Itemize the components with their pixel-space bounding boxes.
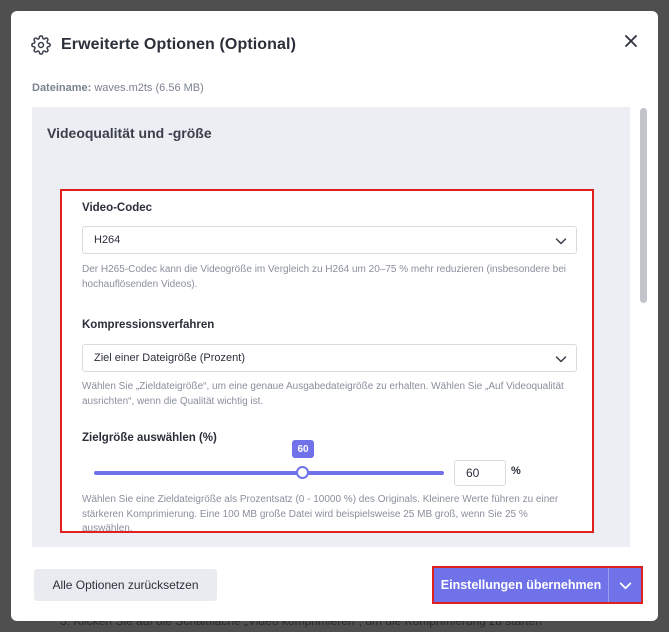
advanced-options-dialog: Erweiterte Optionen (Optional) Dateiname… <box>11 11 658 621</box>
chevron-down-icon <box>619 581 631 589</box>
section-panel: Video-Codec H264 Der H265-Codec kann die… <box>32 159 630 547</box>
codec-select-value: H264 <box>94 234 121 246</box>
section-header: Videoqualität und -größe <box>32 107 630 159</box>
reset-options-button[interactable]: Alle Optionen zurücksetzen <box>34 569 217 601</box>
filename-label: Dateiname: <box>32 82 92 94</box>
target-size-help-text: Wählen Sie eine Zieldateigröße als Proze… <box>82 494 559 534</box>
options-scroll-area[interactable]: Videoqualität und -größe Video-Codec H26… <box>32 107 630 547</box>
dialog-header: Erweiterte Optionen (Optional) <box>31 33 638 57</box>
target-size-input[interactable]: 60 <box>454 460 506 486</box>
apply-settings-button[interactable]: Einstellungen übernehmen <box>434 568 608 602</box>
dialog-scrollbar[interactable] <box>640 108 647 303</box>
target-size-label: Zielgröße auswählen (%) <box>82 432 217 444</box>
filename-value: waves.m2ts (6.56 MB) <box>94 82 204 94</box>
codec-select[interactable]: H264 <box>82 226 577 254</box>
dialog-title: Erweiterte Optionen (Optional) <box>61 36 297 53</box>
close-icon <box>625 35 637 47</box>
codec-label: Video-Codec <box>82 202 153 214</box>
chevron-down-icon <box>555 356 567 363</box>
apply-dropdown-button[interactable] <box>608 568 641 602</box>
percent-unit: % <box>511 465 521 477</box>
compression-select-value: Ziel einer Dateigröße (Prozent) <box>94 352 246 364</box>
options-card: Video-Codec H264 Der H265-Codec kann die… <box>60 189 594 534</box>
codec-help-text: Der H265-Codec kann die Videogröße im Ve… <box>82 264 566 290</box>
slider-value-badge: 60 <box>292 440 314 458</box>
compression-help-text: Wählen Sie „Zieldateigröße“, um eine gen… <box>82 381 564 407</box>
chevron-down-icon <box>555 238 567 245</box>
section-title: Videoqualität und -größe <box>47 125 212 141</box>
apply-settings-group: Einstellungen übernehmen <box>432 566 643 604</box>
gear-icon <box>31 35 51 55</box>
compression-label: Kompressionsverfahren <box>82 319 215 331</box>
filename-info: Dateiname: waves.m2ts (6.56 MB) <box>32 82 204 94</box>
target-size-slider-track[interactable] <box>94 471 444 475</box>
compression-select[interactable]: Ziel einer Dateigröße (Prozent) <box>82 344 577 372</box>
close-button[interactable] <box>620 30 642 52</box>
target-size-slider-thumb[interactable] <box>296 466 309 479</box>
